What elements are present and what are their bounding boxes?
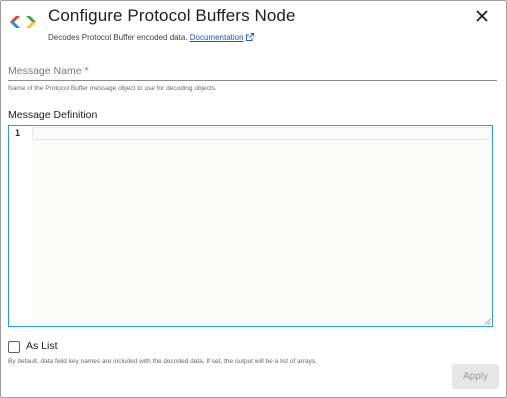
close-icon[interactable] xyxy=(473,7,491,25)
editor-gutter: 1 xyxy=(9,126,32,326)
external-link-icon[interactable] xyxy=(245,33,254,41)
message-name-input[interactable] xyxy=(8,61,497,81)
message-definition-label: Message Definition xyxy=(8,109,98,121)
as-list-helper: By default, data field key names are inc… xyxy=(8,358,317,365)
configure-node-dialog: Configure Protocol Buffers Node Decodes … xyxy=(0,0,507,398)
as-list-label[interactable]: As List xyxy=(26,340,58,352)
line-number: 1 xyxy=(15,129,21,139)
apply-button[interactable]: Apply xyxy=(452,364,499,389)
message-name-helper: Name of the Protocol Buffer message obje… xyxy=(8,85,217,92)
editor-active-line[interactable] xyxy=(32,127,492,140)
message-definition-editor[interactable]: 1 xyxy=(8,125,493,327)
protocol-buffers-logo-icon xyxy=(10,16,36,28)
editor-code-area[interactable] xyxy=(32,140,492,326)
subtitle-text: Decodes Protocol Buffer encoded data. xyxy=(48,33,188,42)
documentation-link[interactable]: Documentation xyxy=(190,33,244,42)
dialog-subtitle: Decodes Protocol Buffer encoded data. Do… xyxy=(48,33,254,42)
as-list-checkbox[interactable] xyxy=(8,341,20,353)
dialog-title: Configure Protocol Buffers Node xyxy=(48,6,296,25)
resize-handle-icon[interactable] xyxy=(484,318,491,325)
